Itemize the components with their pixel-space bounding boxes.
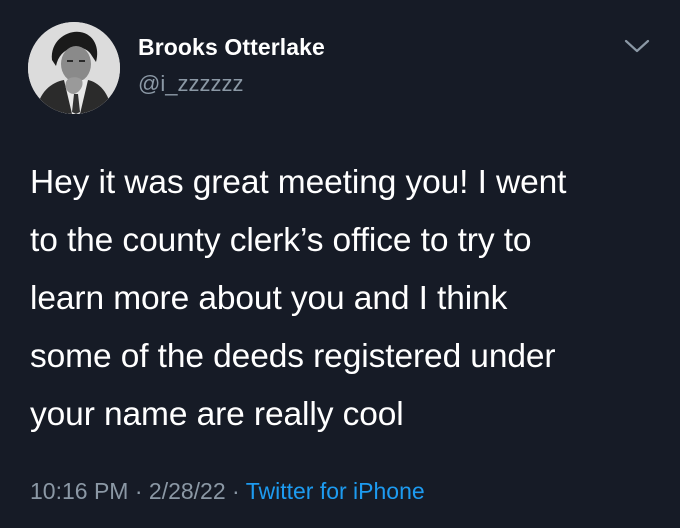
tweet-source-link[interactable]: Twitter for iPhone xyxy=(246,478,425,504)
tweet-metadata: 10:16 PM · 2/28/22 · Twitter for iPhone xyxy=(30,478,425,505)
meta-separator: · xyxy=(134,478,143,504)
tweet-date[interactable]: 2/28/22 xyxy=(149,478,226,504)
tweet-text-line: learn more about you and I think xyxy=(30,280,508,317)
tweet-text-line: to the county clerk’s office to try to xyxy=(30,222,532,259)
display-name[interactable]: Brooks Otterlake xyxy=(138,34,325,61)
chevron-down-icon[interactable] xyxy=(622,35,652,59)
tweet-text-line: your name are really cool xyxy=(30,396,404,433)
meta-separator: · xyxy=(232,478,240,504)
tweet-text: Hey it was great meeting you! I went to … xyxy=(30,154,660,444)
tweet-time[interactable]: 10:16 PM xyxy=(30,478,128,504)
avatar[interactable] xyxy=(28,22,120,114)
tweet-text-line: some of the deeds registered under xyxy=(30,338,556,375)
tweet-text-line: Hey it was great meeting you! I went xyxy=(30,164,567,201)
user-handle[interactable]: @i_zzzzzz xyxy=(138,71,243,97)
avatar-photo xyxy=(28,22,120,114)
tweet-card: Brooks Otterlake @i_zzzzzz Hey it was gr… xyxy=(0,0,680,528)
